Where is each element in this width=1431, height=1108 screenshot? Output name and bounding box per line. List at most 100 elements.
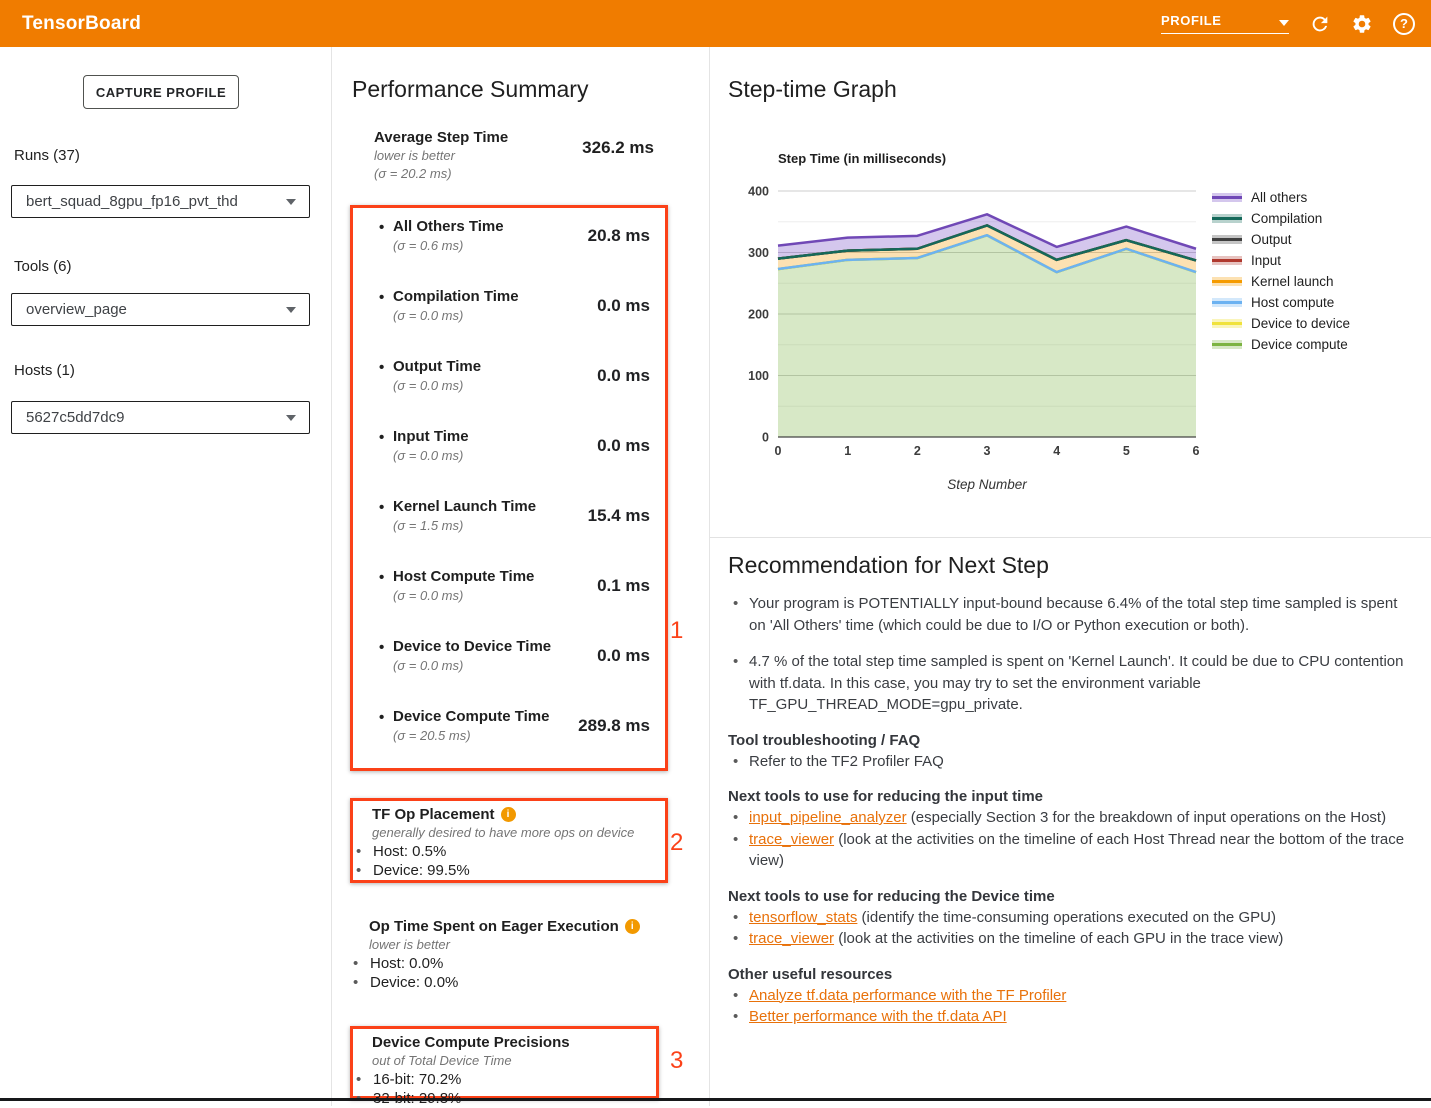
device-compute-precisions-list: 16-bit: 70.2%32-bit: 29.8%	[356, 1071, 648, 1108]
average-step-time-value: 326.2 ms	[582, 138, 654, 182]
metric-row: •Device Compute Time(σ = 20.5 ms)289.8 m…	[353, 708, 665, 778]
tools-select[interactable]: overview_page	[11, 293, 310, 326]
bullet: •	[379, 638, 393, 708]
info-icon[interactable]: i	[625, 919, 640, 934]
tools-label: Tools (6)	[14, 258, 72, 275]
recommendation-list: Refer to the TF2 Profiler FAQ	[728, 751, 1418, 773]
tool-link[interactable]: tensorflow_stats	[749, 909, 857, 926]
metric-value: 0.0 ms	[597, 366, 665, 428]
list-item: Device: 99.5%	[356, 862, 657, 881]
legend-item: Host compute	[1212, 292, 1350, 313]
svg-text:100: 100	[748, 369, 769, 383]
bullet: •	[379, 288, 393, 358]
metric-label: Device to Device Time	[393, 638, 551, 655]
tool-link[interactable]: trace_viewer	[749, 831, 834, 848]
recommendation-bullets: Your program is POTENTIALLY input-bound …	[728, 593, 1418, 716]
legend-label: Host compute	[1251, 295, 1334, 310]
legend-swatch	[1212, 340, 1242, 349]
svg-text:6: 6	[1193, 444, 1200, 458]
legend-label: Compilation	[1251, 211, 1322, 226]
metric-row: •Kernel Launch Time(σ = 1.5 ms)15.4 ms	[353, 498, 665, 568]
legend-swatch	[1212, 277, 1242, 286]
recommendation-bullet: 4.7 % of the total step time sampled is …	[728, 651, 1418, 716]
svg-text:300: 300	[748, 246, 769, 260]
recommendation-title: Recommendation for Next Step	[728, 552, 1418, 579]
metric-row: •Compilation Time(σ = 0.0 ms)0.0 ms	[353, 288, 665, 358]
legend-item: Device compute	[1212, 334, 1350, 355]
legend-item: Input	[1212, 250, 1350, 271]
hosts-select[interactable]: 5627c5dd7dc9	[11, 401, 310, 434]
recommendation-section: Recommendation for Next Step Your progra…	[728, 552, 1418, 1028]
eager-execution-title: Op Time Spent on Eager Execution	[369, 918, 619, 935]
help-icon[interactable]: ?	[1393, 13, 1415, 35]
step-time-graph-title: Step-time Graph	[728, 76, 897, 103]
settings-icon[interactable]	[1351, 13, 1373, 35]
svg-text:4: 4	[1053, 444, 1060, 458]
runs-select[interactable]: bert_squad_8gpu_fp16_pvt_thd	[11, 185, 310, 218]
tool-link[interactable]: trace_viewer	[749, 930, 834, 947]
bullet: •	[379, 498, 393, 568]
dashboard-selector-value: PROFILE	[1161, 13, 1222, 28]
capture-profile-button[interactable]: CAPTURE PROFILE	[83, 75, 239, 109]
legend-swatch	[1212, 319, 1242, 328]
recommendation-item: tensorflow_stats (identify the time-cons…	[728, 907, 1418, 929]
legend-swatch	[1212, 214, 1242, 223]
tool-link[interactable]: Analyze tf.data performance with the TF …	[749, 987, 1066, 1004]
tool-link[interactable]: Better performance with the tf.data API	[749, 1008, 1007, 1025]
legend-label: Kernel launch	[1251, 274, 1334, 289]
list-item: 16-bit: 70.2%	[356, 1071, 648, 1090]
recommendation-subheading: Tool troubleshooting / FAQ	[728, 732, 1418, 749]
metric-label: Device Compute Time	[393, 708, 549, 725]
legend-swatch	[1212, 235, 1242, 244]
bottom-border	[0, 1098, 1431, 1101]
average-step-time-sigma: (σ = 20.2 ms)	[374, 166, 508, 182]
metric-value: 0.0 ms	[597, 436, 665, 498]
performance-summary-title: Performance Summary	[352, 76, 588, 103]
sidebar: CAPTURE PROFILE Runs (37) bert_squad_8gp…	[0, 47, 332, 1106]
metric-label: Input Time	[393, 428, 469, 445]
metric-value: 0.0 ms	[597, 646, 665, 708]
metric-row: •Device to Device Time (σ = 0.0 ms) 0.0 ms	[353, 638, 665, 708]
annotation-number-2: 2	[670, 829, 683, 857]
recommendation-list: tensorflow_stats (identify the time-cons…	[728, 907, 1418, 950]
performance-summary-panel: Performance Summary Average Step Time lo…	[332, 47, 710, 1106]
device-compute-precisions-note: out of Total Device Time	[356, 1053, 648, 1068]
recommendation-item: Analyze tf.data performance with the TF …	[728, 985, 1418, 1007]
svg-text:2: 2	[914, 444, 921, 458]
tool-link[interactable]: input_pipeline_analyzer	[749, 809, 907, 826]
metric-value: 289.8 ms	[578, 716, 665, 778]
svg-text:5: 5	[1123, 444, 1130, 458]
header-toolbar: PROFILE ?	[1161, 0, 1415, 47]
dashboard-selector[interactable]: PROFILE	[1161, 13, 1289, 34]
annotation-box-1: •All Others Time(σ = 0.6 ms)20.8 ms•Comp…	[350, 205, 668, 771]
recommendation-list: Analyze tf.data performance with the TF …	[728, 985, 1418, 1028]
bullet: •	[379, 568, 393, 638]
svg-text:0: 0	[762, 431, 769, 445]
info-icon[interactable]: i	[501, 807, 516, 822]
refresh-icon[interactable]	[1309, 13, 1331, 35]
chevron-down-icon	[286, 199, 296, 205]
metric-value: 0.1 ms	[597, 576, 665, 638]
metric-row: •Input Time(σ = 0.0 ms)0.0 ms	[353, 428, 665, 498]
chart-x-axis-label: Step Number	[778, 477, 1196, 492]
metric-value: 20.8 ms	[588, 226, 665, 288]
recommendation-item: input_pipeline_analyzer (especially Sect…	[728, 807, 1418, 829]
metric-sigma: (σ = 0.0 ms)	[393, 658, 551, 674]
metric-sigma: (σ = 1.5 ms)	[393, 518, 536, 534]
device-compute-precisions-title: Device Compute Precisions	[372, 1034, 570, 1051]
chart-legend: All othersCompilationOutputInputKernel l…	[1212, 187, 1350, 355]
legend-swatch	[1212, 256, 1242, 265]
metric-sigma: (σ = 0.0 ms)	[393, 448, 469, 464]
svg-text:1: 1	[844, 444, 851, 458]
metric-sigma: (σ = 0.6 ms)	[393, 238, 504, 254]
legend-label: All others	[1251, 190, 1307, 205]
bullet: •	[379, 358, 393, 428]
bullet: •	[379, 218, 393, 288]
average-step-time-label: Average Step Time	[374, 129, 508, 146]
recommendation-subheading: Next tools to use for reducing the input…	[728, 788, 1418, 805]
metric-sigma: (σ = 0.0 ms)	[393, 588, 534, 604]
metric-row: •Host Compute Time(σ = 0.0 ms)0.1 ms	[353, 568, 665, 638]
recommendation-item: trace_viewer (look at the activities on …	[728, 829, 1418, 872]
legend-item: All others	[1212, 187, 1350, 208]
svg-text:3: 3	[984, 444, 991, 458]
